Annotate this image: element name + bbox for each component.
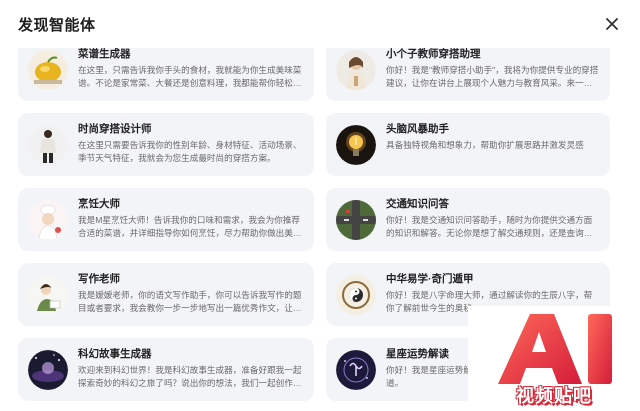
agent-name: 写作老师 xyxy=(78,273,120,285)
lemon-avatar xyxy=(28,50,68,90)
agent-card-traffic[interactable]: 交通知识问答 你好！我是交通知识问答助手，随时为你提供交通方面的知识和解答。无论… xyxy=(326,188,610,251)
fashion-avatar xyxy=(28,125,68,165)
agent-desc: 你好！我是"教师穿搭小助手"，我将为你提供专业的穿搭建议，让你在讲台上展现个人魅… xyxy=(386,65,599,88)
agent-name: 交通知识问答 xyxy=(386,198,449,210)
traffic-avatar xyxy=(336,200,376,240)
close-icon xyxy=(606,18,618,30)
agent-desc: 具备独特视角和想象力，帮助你扩展思路并激发灵感 xyxy=(386,140,584,150)
agent-name: 头脑风暴助手 xyxy=(386,123,449,135)
teacher-avatar xyxy=(336,50,376,90)
agent-card-scifi[interactable]: 科幻故事生成器 欢迎来到科幻世界！我是科幻故事生成器，准备好跟我一起探索奇妙的科… xyxy=(18,338,314,401)
agent-desc: 你好！我是星座运势解读大师，你的运势变化我都知道。 xyxy=(386,365,584,388)
dialog-title: 发现智能体 xyxy=(18,16,96,34)
agent-card-zodiac[interactable]: 星座运势解读 你好！我是星座运势解读大师，你的运势变化我都知道。 xyxy=(326,338,610,401)
close-button[interactable] xyxy=(602,14,622,34)
agent-card-fashion[interactable]: 时尚穿搭设计师 在这里只需要告诉我你的性别年龄、身材特征、活动场景、季节天气特征… xyxy=(18,113,314,176)
agent-card-recipe[interactable]: 菜谱生成器 在这里，只需告诉我你手头的食材，我就能为你生成美味菜谱。不论是家常菜… xyxy=(18,48,314,101)
agent-name: 烹饪大师 xyxy=(78,198,120,210)
agent-name: 星座运势解读 xyxy=(386,348,449,360)
scifi-avatar xyxy=(28,350,68,390)
agent-card-chef[interactable]: 烹饪大师 我是M星烹饪大师！告诉我你的口味和需求，我会为你推荐合适的菜谱，并详细… xyxy=(18,188,314,251)
writer-avatar xyxy=(28,275,68,315)
agent-desc: 在这里只需要告诉我你的性别年龄、身材特征、活动场景、季节天气特征，我就会为您生成… xyxy=(78,140,302,163)
bagua-avatar xyxy=(336,275,376,315)
agent-desc: 欢迎来到科幻世界！我是科幻故事生成器，准备好跟我一起探索奇妙的科幻之旅了吗？说出… xyxy=(78,365,302,388)
dialog-header: 发现智能体 xyxy=(0,0,640,48)
chef-avatar xyxy=(28,200,68,240)
agent-name: 中华易学·奇门遁甲 xyxy=(386,273,474,285)
agent-desc: 在这里，只需告诉我你手头的食材，我就能为你生成美味菜谱。不论是家常菜、大餐还是创… xyxy=(78,65,302,88)
agent-name: 时尚穿搭设计师 xyxy=(78,123,152,135)
agent-desc: 我是嫒嫒老师，你的语文写作助手，你可以告诉我写作的题目或者要求，我会教你一步一步… xyxy=(78,290,302,313)
agent-name: 菜谱生成器 xyxy=(78,48,131,60)
agent-name: 小个子教师穿搭助理 xyxy=(386,48,481,60)
agent-card-teacher-outfit[interactable]: 小个子教师穿搭助理 你好！我是"教师穿搭小助手"，我将为你提供专业的穿搭建议，让… xyxy=(326,48,610,101)
zodiac-avatar xyxy=(336,350,376,390)
agent-desc: 你好！我是交通知识问答助手，随时为你提供交通方面的知识和解答。无论你是想了解交通… xyxy=(386,215,593,238)
agent-card-qimen[interactable]: 中华易学·奇门遁甲 你好！我是八字命理大师，通过解读你的生辰八字，帮你了解前世今… xyxy=(326,263,610,326)
agent-desc: 你好！我是八字命理大师，通过解读你的生辰八字，帮你了解前世今生的奥秘。 xyxy=(386,290,593,313)
lightbulb-avatar xyxy=(336,125,376,165)
agent-name: 科幻故事生成器 xyxy=(78,348,152,360)
agent-card-writing[interactable]: 写作老师 我是嫒嫒老师，你的语文写作助手，你可以告诉我写作的题目或者要求，我会教… xyxy=(18,263,314,326)
agent-desc: 我是M星烹饪大师！告诉我你的口味和需求，我会为你推荐合适的菜谱，并详细指导你如何… xyxy=(78,215,302,238)
agent-list[interactable]: 菜谱生成器 在这里，只需告诉我你手头的食材，我就能为你生成美味菜谱。不论是家常菜… xyxy=(0,48,640,411)
agent-card-brainstorm[interactable]: 头脑风暴助手 具备独特视角和想象力，帮助你扩展思路并激发灵感 xyxy=(326,113,610,176)
